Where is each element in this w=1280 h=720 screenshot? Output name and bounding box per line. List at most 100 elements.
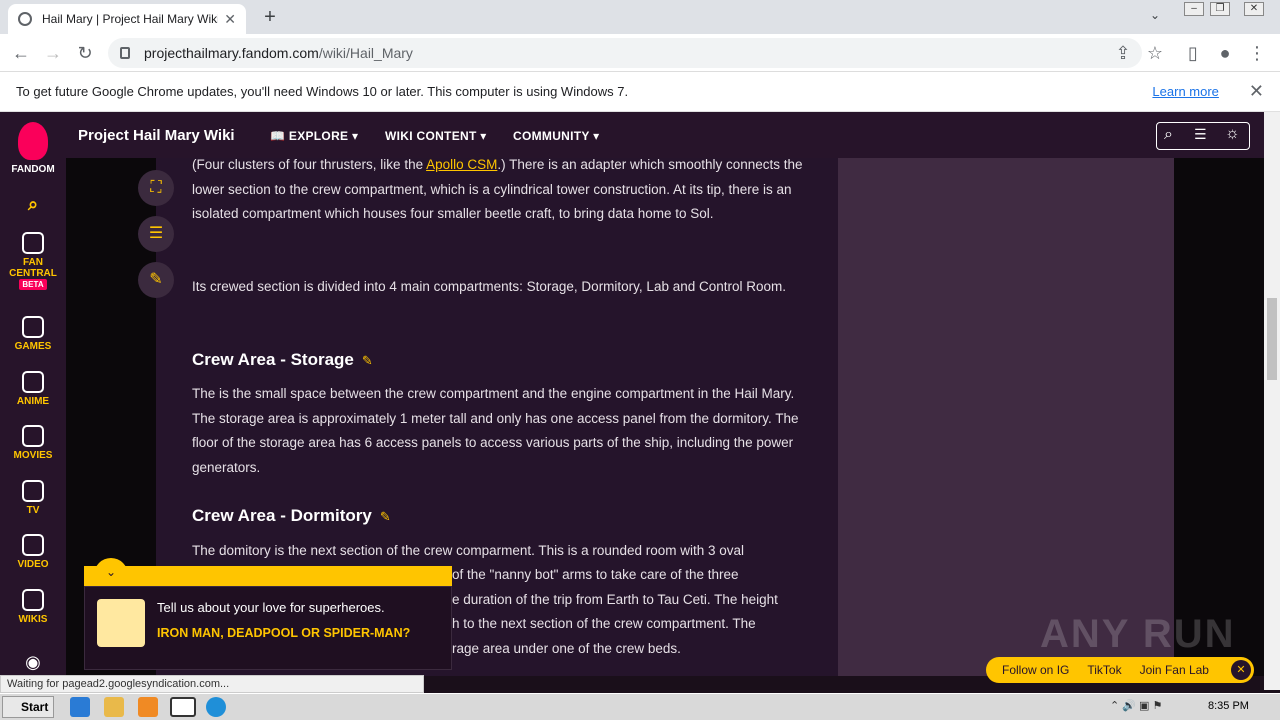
update-infobar: To get future Google Chrome updates, you… <box>0 72 1280 112</box>
collapse-chevron-icon[interactable]: ⌄ <box>94 558 128 584</box>
new-tab-button[interactable]: + <box>258 6 282 28</box>
url-host: projecthailmary.fandom.com <box>144 45 319 61</box>
rail-wikis[interactable]: WIKIS <box>0 589 66 625</box>
paragraph-compartments: Its crewed section is divided into 4 mai… <box>192 279 787 294</box>
community-label: COMMUNITY <box>513 129 590 143</box>
discussions-icon[interactable]: ☰ <box>1194 126 1207 143</box>
p1-text-before: (Four clusters of four thrusters, like t… <box>192 157 427 172</box>
popup-header <box>84 566 452 586</box>
user-icon[interactable]: ◉ <box>0 652 66 673</box>
scrollbar-thumb[interactable] <box>1267 298 1277 380</box>
fullscreen-icon[interactable]: ⛶ <box>138 170 174 206</box>
edit-pencil-icon[interactable]: ✎ <box>362 353 373 368</box>
play-icon <box>22 534 44 556</box>
toc-list-icon[interactable]: ☰ <box>138 216 174 252</box>
follow-ig-link[interactable]: Follow on IG <box>1002 663 1069 677</box>
follow-bar: Follow on IG TikTok Join Fan Lab <box>986 657 1254 683</box>
start-button[interactable]: Start <box>2 696 54 718</box>
chrome-icon[interactable] <box>170 697 196 717</box>
right-rail <box>838 158 1174 676</box>
superhero-illustration <box>97 599 145 647</box>
menu-icon[interactable]: ⋮ <box>1246 42 1268 64</box>
movies-label: MOVIES <box>13 450 53 461</box>
ie-icon[interactable] <box>70 697 90 717</box>
wiki-content-label: WIKI CONTENT <box>385 129 477 143</box>
tray-icons[interactable]: ⌃ 🔊 ▣ ⚑ <box>1110 699 1162 712</box>
close-tab-icon[interactable]: ✕ <box>224 11 236 28</box>
lock-icon <box>120 47 130 59</box>
forward-button[interactable]: → <box>42 42 64 64</box>
rail-movies[interactable]: MOVIES <box>0 425 66 461</box>
infobar-message: To get future Google Chrome updates, you… <box>16 84 629 99</box>
video-label: VIDEO <box>17 559 49 570</box>
profile-icon[interactable]: ● <box>1214 42 1236 64</box>
minimize-button[interactable]: – <box>1184 2 1204 16</box>
tab-title: Hail Mary | Project Hail Mary Wiki | F <box>42 12 219 26</box>
address-bar[interactable]: projecthailmary.fandom.com/wiki/Hail_Mar… <box>108 38 1142 68</box>
close-icon[interactable]: ✕ <box>1231 660 1251 680</box>
fan-central-label: FAN CENTRAL <box>9 257 57 279</box>
heading-storage-text: Crew Area - Storage <box>192 350 354 369</box>
paragraph-dorm-line3: e duration of the trip from Earth to Tau… <box>452 592 778 607</box>
games-label: GAMES <box>14 341 52 352</box>
apollo-csm-link[interactable]: Apollo CSM <box>426 157 497 172</box>
fandom-rail: FANDOM ⌕ FAN CENTRAL BETA GAMES ANIME MO… <box>0 112 66 676</box>
tv-label: TV <box>26 505 40 516</box>
rail-games[interactable]: GAMES <box>0 316 66 352</box>
tiktok-link[interactable]: TikTok <box>1087 663 1121 677</box>
bookmark-star-icon[interactable]: ☆ <box>1144 42 1166 64</box>
heading-dormitory-text: Crew Area - Dormitory <box>192 506 372 525</box>
edit-pencil-icon[interactable]: ✎ <box>380 509 391 524</box>
back-button[interactable]: ← <box>10 42 32 64</box>
maximize-button[interactable]: ❐ <box>1210 2 1230 16</box>
nav-community[interactable]: COMMUNITY ▾ <box>513 129 599 143</box>
paragraph-dorm-line1: The domitory is the next section of the … <box>192 543 745 558</box>
fandom-logo[interactable]: FANDOM <box>0 122 66 175</box>
explorer-folder-icon[interactable] <box>104 697 124 717</box>
learn-more-link[interactable]: Learn more <box>1152 84 1218 99</box>
theme-sun-icon[interactable]: ☼ <box>1225 125 1240 143</box>
rail-video[interactable]: VIDEO <box>0 534 66 570</box>
edge-icon[interactable] <box>206 697 226 717</box>
join-fan-lab-link[interactable]: Join Fan Lab <box>1140 663 1209 677</box>
close-window-button[interactable]: ✕ <box>1244 2 1264 16</box>
controller-icon <box>22 316 44 338</box>
popup-question: Tell us about your love for superheroes. <box>157 600 385 615</box>
edit-pencil-icon[interactable]: ✎ <box>138 262 174 298</box>
paragraph-dorm-line5: rage area under one of the crew beds. <box>452 641 681 656</box>
tv-icon <box>22 480 44 502</box>
reload-button[interactable]: ↻ <box>74 42 96 64</box>
beta-badge: BETA <box>19 279 47 290</box>
scrollbar[interactable] <box>1264 112 1280 690</box>
close-icon[interactable]: ✕ <box>1249 81 1264 102</box>
anyrun-watermark: ANY RUN <box>1040 612 1236 656</box>
popup-answer-link[interactable]: IRON MAN, DEADPOOL OR SPIDER-MAN? <box>157 625 417 641</box>
clapperboard-icon <box>22 425 44 447</box>
nav-explore[interactable]: 📖 EXPLORE ▾ <box>270 129 358 143</box>
paragraph-dorm-line2: of the "nanny bot" arms to take care of … <box>452 567 739 582</box>
chevron-down-icon[interactable]: ⌄ <box>1150 8 1160 22</box>
share-icon[interactable]: ⇪ <box>1112 42 1134 64</box>
fandom-heart-icon <box>18 122 48 160</box>
rail-fan-central[interactable]: FAN CENTRAL BETA <box>0 232 66 290</box>
rocket-icon <box>22 232 44 254</box>
anime-face-icon <box>22 371 44 393</box>
wiki-header <box>66 112 1280 158</box>
heading-dormitory: Crew Area - Dormitory ✎ <box>192 506 391 526</box>
book-icon <box>22 589 44 611</box>
side-panel-icon[interactable]: ▯ <box>1182 42 1204 64</box>
wikis-label: WIKIS <box>18 614 48 625</box>
fandom-label: FANDOM <box>11 164 55 175</box>
explore-label: EXPLORE <box>288 129 349 143</box>
paragraph-storage: The is the small space between the crew … <box>192 386 799 475</box>
nav-wiki-content[interactable]: WIKI CONTENT ▾ <box>385 129 487 143</box>
browser-tab[interactable]: Hail Mary | Project Hail Mary Wiki | F ✕ <box>8 4 246 34</box>
clock[interactable]: 8:35 PM <box>1208 700 1249 712</box>
search-icon[interactable]: ⌕ <box>1164 126 1173 144</box>
globe-icon <box>18 12 32 26</box>
rail-anime[interactable]: ANIME <box>0 371 66 407</box>
wiki-title[interactable]: Project Hail Mary Wiki <box>78 127 235 144</box>
media-player-icon[interactable] <box>138 697 158 717</box>
search-icon[interactable]: ⌕ <box>0 194 66 215</box>
rail-tv[interactable]: TV <box>0 480 66 516</box>
